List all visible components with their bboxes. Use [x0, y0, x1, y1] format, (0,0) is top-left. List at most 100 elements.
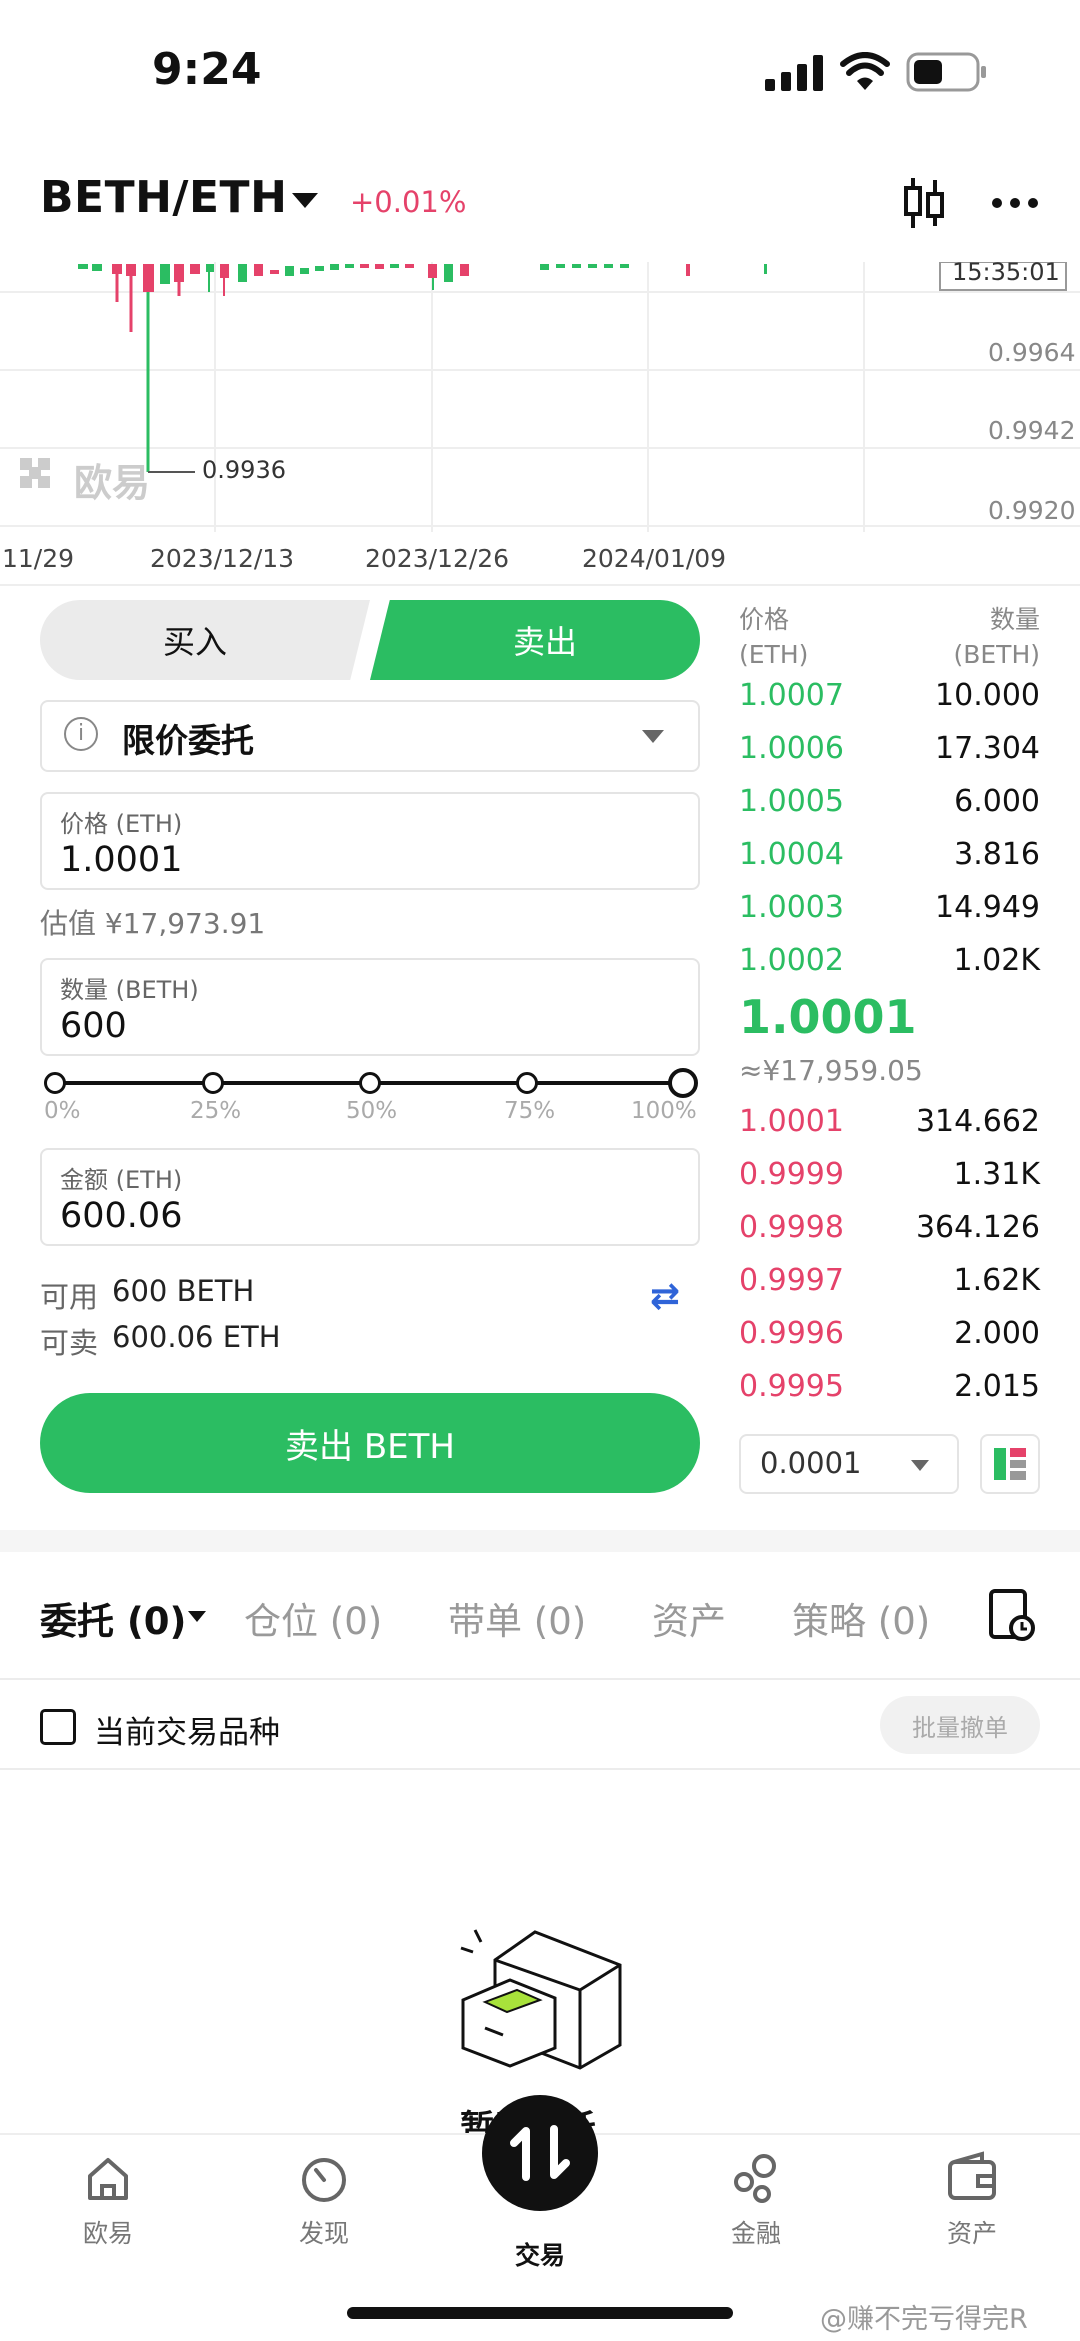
finance-icon: [734, 2154, 776, 2203]
tab-strategies[interactable]: 策略 (0): [792, 1591, 930, 1645]
chevron-down-icon: [642, 730, 664, 743]
slider-stop-50[interactable]: [359, 1072, 381, 1094]
ob-price-header-unit: (ETH): [739, 640, 809, 669]
slider-label-75: 75%: [504, 1098, 556, 1124]
last-price-cny: ≈¥17,959.05: [739, 1054, 923, 1087]
ask-qty: 3.816: [954, 837, 1040, 872]
ask-qty: 10.000: [935, 678, 1040, 713]
home-indicator[interactable]: [347, 2307, 733, 2319]
bid-price[interactable]: 0.9999: [739, 1157, 844, 1192]
price-change: +0.01%: [350, 185, 467, 219]
low-price-marker: 0.9936: [202, 456, 286, 484]
wifi-icon: [840, 52, 890, 90]
signal-icon: [765, 55, 823, 91]
slider-stop-0[interactable]: [44, 1072, 66, 1094]
swap-icon[interactable]: ⇄: [650, 1276, 680, 1317]
tab-assets[interactable]: 资产: [652, 1591, 726, 1645]
slider-handle[interactable]: [668, 1068, 698, 1098]
ask-qty: 6.000: [954, 784, 1040, 819]
bid-qty: 314.662: [915, 1104, 1040, 1139]
bid-price[interactable]: 0.9997: [739, 1263, 844, 1298]
total-field-label: 金额 (ETH): [60, 1166, 183, 1194]
nav-home[interactable]: 欧易: [0, 2150, 216, 2250]
bid-qty: 1.31K: [953, 1157, 1040, 1192]
nav-assets[interactable]: 资产: [864, 2150, 1080, 2250]
status-time: 9:24: [152, 44, 262, 95]
bid-price[interactable]: 1.0001: [739, 1104, 844, 1139]
batch-cancel-button[interactable]: 批量撤单: [880, 1696, 1040, 1754]
trade-swap-icon: [510, 2125, 570, 2181]
ask-price[interactable]: 1.0002: [739, 943, 844, 978]
current-pair-label[interactable]: 当前交易品种: [94, 1707, 280, 1752]
last-price[interactable]: 1.0001: [739, 990, 917, 1044]
battery-icon: [906, 52, 986, 92]
chart-watermark: 欧易: [74, 461, 151, 505]
order-history-icon[interactable]: [988, 1588, 1036, 1644]
bid-price[interactable]: 0.9998: [739, 1210, 844, 1245]
ob-qty-header-label: 数量: [989, 605, 1040, 634]
price-label-1: 0.9964: [988, 338, 1076, 367]
info-icon[interactable]: i: [64, 717, 98, 751]
ask-qty: 17.304: [935, 731, 1040, 766]
bid-qty: 2.015: [954, 1369, 1040, 1404]
ask-price[interactable]: 1.0004: [739, 837, 844, 872]
tab-positions[interactable]: 仓位 (0): [244, 1591, 382, 1645]
filter-divider: [0, 1768, 1080, 1770]
bid-qty: 2.000: [954, 1316, 1040, 1351]
ask-price[interactable]: 1.0003: [739, 890, 844, 925]
x-label-4: 2024/01/09: [582, 544, 727, 573]
ob-qty-header-unit: (BETH): [953, 640, 1040, 669]
candlestick-chart-icon[interactable]: [902, 176, 946, 230]
nav-trade[interactable]: 交易: [432, 2232, 648, 2272]
sellable-label: 可卖: [40, 1326, 99, 1360]
depth-layout-button[interactable]: [980, 1434, 1040, 1494]
tab-orders[interactable]: 委托 (0): [40, 1591, 186, 1645]
nav-finance[interactable]: 金融: [648, 2150, 864, 2250]
slider-stop-75[interactable]: [516, 1072, 538, 1094]
buy-tab[interactable]: 买入: [40, 600, 370, 680]
x-label-2: 2023/12/13: [150, 544, 295, 573]
nav-trade-label: 交易: [514, 2241, 565, 2270]
bid-qty: 1.62K: [953, 1263, 1040, 1298]
price-chart[interactable]: 15:35:01 0.9964 0.9942 0.9920 0.9936 欧易: [0, 262, 1080, 532]
ask-qty: 1.02K: [953, 943, 1040, 978]
more-icon[interactable]: [990, 196, 1040, 210]
sell-tab[interactable]: 卖出: [370, 600, 700, 680]
bid-price[interactable]: 0.9996: [739, 1316, 844, 1351]
pair-dropdown-icon[interactable]: [292, 193, 318, 208]
bid-qty: 364.126: [915, 1210, 1040, 1245]
bid-price[interactable]: 0.9995: [739, 1369, 844, 1404]
ask-price[interactable]: 1.0005: [739, 784, 844, 819]
current-pair-checkbox[interactable]: [40, 1709, 76, 1745]
tab-copy-trading[interactable]: 带单 (0): [448, 1591, 586, 1645]
slider-label-100: 100%: [631, 1098, 697, 1124]
ask-price[interactable]: 1.0007: [739, 678, 844, 713]
sellable-value: 600.06 ETH: [112, 1320, 281, 1354]
pair-title[interactable]: BETH/ETH: [40, 172, 287, 223]
discover-icon: [302, 2158, 346, 2202]
total-input[interactable]: 600.06: [60, 1196, 182, 1236]
ask-price[interactable]: 1.0006: [739, 731, 844, 766]
chevron-down-icon: [911, 1460, 929, 1471]
depth-layout-icon: [994, 1448, 1026, 1480]
sell-submit-button[interactable]: 卖出 BETH: [40, 1393, 700, 1493]
nav-finance-label: 金融: [730, 2219, 781, 2248]
available-label: 可用: [40, 1280, 99, 1314]
slider-stop-25[interactable]: [202, 1072, 224, 1094]
amount-input[interactable]: 600: [60, 1006, 127, 1046]
estimate-value: 估值 ¥17,973.91: [40, 907, 266, 940]
ob-qty-header: 数量 (BETH): [840, 602, 1040, 672]
price-input[interactable]: 1.0001: [60, 840, 182, 880]
chart-divider: [0, 584, 1080, 586]
x-label-1: 11/29: [2, 544, 75, 573]
tab-orders-caret-icon[interactable]: [188, 1611, 206, 1622]
section-divider: [0, 1530, 1080, 1552]
price-field-label: 价格 (ETH): [60, 810, 183, 838]
nav-home-label: 欧易: [82, 2219, 133, 2248]
slider-label-25: 25%: [190, 1098, 242, 1124]
trade-fab-button[interactable]: [482, 2095, 598, 2211]
nav-discover-label: 发现: [298, 2219, 349, 2248]
order-type-label: 限价委托: [122, 721, 254, 760]
nav-discover[interactable]: 发现: [216, 2150, 432, 2250]
tabs-divider: [0, 1678, 1080, 1680]
